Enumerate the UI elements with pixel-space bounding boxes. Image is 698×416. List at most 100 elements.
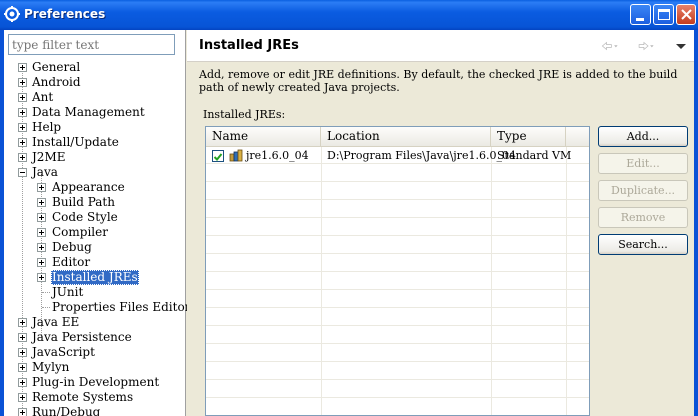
page-description: Add, remove or edit JRE definitions. By … (199, 68, 678, 94)
tree-item-label: JUnit (52, 285, 84, 299)
tree-guide-line (41, 172, 42, 337)
tree-item-label: Properties Files Editor (52, 300, 191, 314)
tree-item-label: Ant (32, 90, 54, 104)
table-row-empty (206, 273, 589, 290)
table-row-empty (206, 237, 589, 254)
expand-icon[interactable] (37, 258, 46, 267)
close-icon (681, 9, 692, 20)
search-button[interactable]: Search... (598, 234, 688, 255)
tree-item-label: Data Management (32, 105, 145, 119)
expand-icon[interactable] (18, 393, 27, 402)
tree-item-label: Java EE (32, 315, 80, 329)
tree-item-label: Java Persistence (32, 330, 132, 344)
tree-item-label: Install/Update (32, 135, 119, 149)
tree-item-label: Build Path (52, 195, 115, 209)
minimize-button[interactable] (630, 4, 651, 25)
table-row-empty (206, 165, 589, 182)
expand-icon[interactable] (37, 243, 46, 252)
tree-item-label: Mylyn (32, 360, 70, 374)
tree-item-label: Help (32, 120, 62, 134)
table-row-empty (206, 255, 589, 272)
table-row-empty (206, 399, 589, 415)
table-header: Name Location Type (206, 127, 589, 147)
expand-icon[interactable] (18, 78, 27, 87)
expand-icon[interactable] (18, 123, 27, 132)
expand-icon[interactable] (18, 153, 27, 162)
expand-icon[interactable] (37, 273, 46, 282)
eclipse-preferences-icon (4, 6, 20, 22)
tree-item-label: General (32, 60, 81, 74)
tree-item-label: Code Style (52, 210, 118, 224)
expand-icon[interactable] (37, 183, 46, 192)
tree-item-label: Run/Debug (32, 405, 101, 416)
edit-button[interactable]: Edit... (598, 153, 688, 174)
tree-item-label: Debug (52, 240, 92, 254)
table-row[interactable]: jre1.6.0_04 D:\Program Files\Java\jre1.6… (206, 147, 589, 164)
expand-icon[interactable] (18, 348, 27, 357)
expand-icon[interactable] (37, 228, 46, 237)
tree-item-label: Appearance (52, 180, 125, 194)
checkmark-icon (213, 153, 223, 161)
jre-name: jre1.6.0_04 (246, 149, 309, 162)
forward-arrow-icon[interactable] (637, 38, 655, 54)
expand-icon[interactable] (18, 318, 27, 327)
back-arrow-icon[interactable] (601, 38, 619, 54)
title-bar[interactable]: Preferences (0, 0, 698, 30)
expand-icon[interactable] (18, 93, 27, 102)
window-border-right (694, 30, 698, 416)
installed-jres-label: Installed JREs: (203, 108, 286, 121)
table-row-empty (206, 183, 589, 200)
expand-icon[interactable] (18, 108, 27, 117)
expand-icon[interactable] (37, 198, 46, 207)
expand-icon[interactable] (18, 333, 27, 342)
jre-library-icon (229, 149, 243, 162)
preference-page: Installed JREs Add, remove or edit JRE d… (187, 30, 694, 416)
table-row-empty (206, 381, 589, 398)
tree-guide-line (42, 292, 50, 293)
maximize-icon (658, 9, 670, 20)
expand-icon[interactable] (18, 63, 27, 72)
expand-icon[interactable] (18, 408, 27, 416)
filter-input[interactable] (8, 34, 175, 55)
jre-table[interactable]: Name Location Type jre1.6.0_04 D:\Progra… (205, 126, 590, 416)
table-row-empty (206, 363, 589, 380)
minimize-icon (636, 18, 644, 21)
table-row-empty (206, 309, 589, 326)
table-row-empty (206, 201, 589, 218)
maximize-button[interactable] (653, 4, 674, 25)
view-menu-icon[interactable] (675, 38, 687, 54)
tree-item-label: J2ME (32, 150, 66, 164)
remove-button[interactable]: Remove (598, 207, 688, 228)
column-header-type[interactable]: Type (491, 127, 566, 146)
tree-item-label: Java (32, 165, 58, 179)
page-title: Installed JREs (199, 38, 299, 53)
collapse-icon[interactable] (18, 168, 27, 177)
column-header-location[interactable]: Location (321, 127, 491, 146)
table-row-empty (206, 291, 589, 308)
tree-item-label: Installed JREs (51, 270, 139, 285)
tree-guide-line (42, 307, 50, 308)
tree-item-label: Editor (52, 255, 91, 269)
table-row-empty (206, 219, 589, 236)
jre-default-checkbox[interactable] (212, 150, 224, 162)
add-button[interactable]: Add... (598, 126, 688, 147)
preference-navigation-panel: General Android Ant Data Management Help… (4, 30, 190, 416)
tree-item-label: Plug-in Development (32, 375, 160, 389)
tree-item-label: JavaScript (32, 345, 95, 359)
close-button[interactable] (676, 4, 696, 25)
expand-icon[interactable] (18, 138, 27, 147)
tree-item-label: Android (32, 75, 81, 89)
expand-icon[interactable] (18, 363, 27, 372)
expand-icon[interactable] (37, 213, 46, 222)
page-header: Installed JREs (187, 30, 694, 62)
expand-icon[interactable] (18, 378, 27, 387)
column-header-name[interactable]: Name (206, 127, 321, 146)
window-title: Preferences (24, 7, 106, 21)
tree-item-label: Remote Systems (32, 390, 134, 404)
table-row-empty (206, 327, 589, 344)
table-row-empty (206, 345, 589, 362)
jre-type: Standard VM (497, 149, 572, 162)
tree-item-label: Compiler (52, 225, 108, 239)
duplicate-button[interactable]: Duplicate... (598, 180, 688, 201)
jre-location: D:\Program Files\Java\jre1.6.0_04 (327, 149, 516, 162)
